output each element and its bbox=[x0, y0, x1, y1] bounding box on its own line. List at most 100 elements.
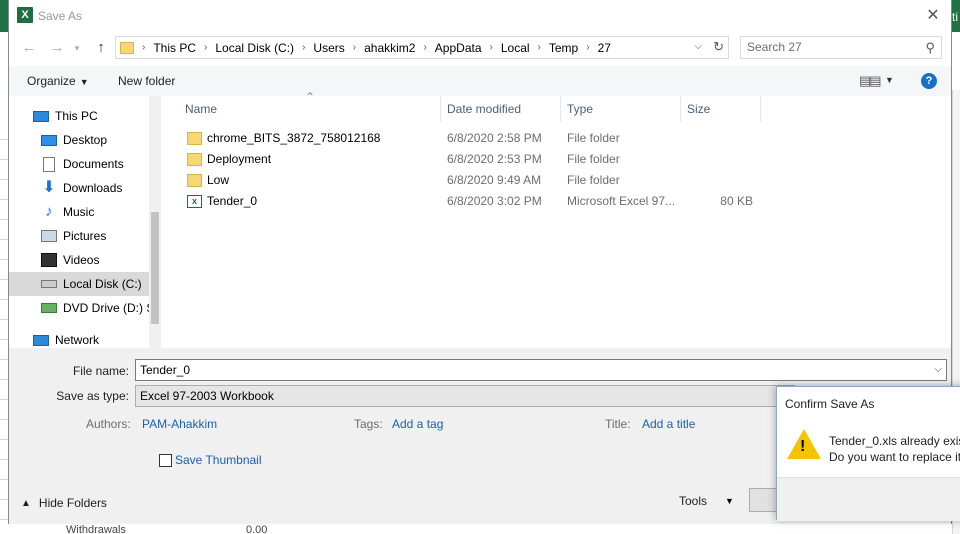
file-row[interactable]: x Tender_0 6/8/2020 3:02 PM Microsoft Ex… bbox=[179, 191, 779, 212]
address-dropdown-icon[interactable]: ⌵ bbox=[694, 41, 702, 52]
excel-cell: 0.00 bbox=[246, 524, 268, 534]
nav-item-this-pc[interactable]: This PC bbox=[9, 104, 149, 128]
chevron-right-icon: › bbox=[352, 42, 357, 53]
folder-icon bbox=[187, 132, 202, 145]
search-placeholder: Search 27 bbox=[747, 40, 802, 54]
file-row[interactable]: chrome_BITS_3872_758012168 6/8/2020 2:58… bbox=[179, 128, 779, 149]
forward-arrow-icon[interactable]: → bbox=[47, 38, 67, 58]
nav-item-documents[interactable]: Documents bbox=[9, 152, 149, 176]
file-size: 80 KB bbox=[720, 194, 753, 208]
nav-item-dvd-drive[interactable]: DVD Drive (D:) SS bbox=[9, 296, 161, 320]
file-type: File folder bbox=[567, 152, 620, 166]
tags-label: Tags: bbox=[354, 417, 383, 431]
column-header-size[interactable]: Size bbox=[681, 96, 761, 122]
file-date: 6/8/2020 2:58 PM bbox=[447, 131, 542, 145]
sort-ascending-icon: ⌃ bbox=[305, 90, 316, 104]
file-name-value: Tender_0 bbox=[140, 363, 191, 377]
breadcrumb-users[interactable]: Users bbox=[313, 41, 344, 55]
chevron-right-icon: › bbox=[423, 42, 427, 53]
file-name-field[interactable]: Tender_0 ⌵ bbox=[135, 359, 947, 381]
caret-down-icon[interactable]: ▼ bbox=[725, 496, 734, 506]
new-folder-button[interactable]: New folder bbox=[118, 74, 175, 88]
chevron-right-icon: › bbox=[586, 42, 590, 53]
warning-mark: ! bbox=[800, 438, 806, 455]
address-bar[interactable]: › This PC › Local Disk (C:) › Users › ah… bbox=[115, 36, 729, 59]
pictures-icon bbox=[41, 230, 57, 242]
file-date: 6/8/2020 9:49 AM bbox=[447, 173, 542, 187]
refresh-icon[interactable]: ↻ bbox=[713, 39, 724, 55]
save-thumbnail-label[interactable]: Save Thumbnail bbox=[175, 453, 262, 467]
breadcrumb-appdata[interactable]: AppData bbox=[435, 41, 482, 55]
nav-item-label: Videos bbox=[63, 253, 100, 267]
confirm-title: Confirm Save As bbox=[785, 397, 875, 411]
breadcrumb-local-disk[interactable]: Local Disk (C:) bbox=[215, 41, 294, 55]
dvd-icon bbox=[41, 303, 57, 313]
nav-scrollbar-thumb[interactable] bbox=[151, 212, 159, 324]
confirm-message-line: Do you want to replace it bbox=[829, 450, 960, 464]
confirm-save-as-dialog: Confirm Save As ! Tender_0.xls already e… bbox=[776, 386, 960, 521]
nav-item-label: Network bbox=[55, 333, 100, 347]
chevron-right-icon: › bbox=[489, 42, 493, 53]
chevron-right-icon: › bbox=[204, 42, 208, 53]
title-label: Title: bbox=[605, 417, 631, 431]
file-name-label: File name: bbox=[72, 364, 129, 378]
nav-item-videos[interactable]: Videos bbox=[9, 248, 149, 272]
music-icon: ♪ bbox=[45, 203, 53, 220]
back-arrow-icon[interactable]: ← bbox=[19, 38, 39, 58]
breadcrumb-27[interactable]: 27 bbox=[598, 41, 611, 55]
caret-down-icon[interactable]: ▼ bbox=[885, 75, 894, 85]
breadcrumb-temp[interactable]: Temp bbox=[549, 41, 578, 55]
help-icon[interactable]: ? bbox=[921, 73, 937, 89]
column-header-type[interactable]: Type bbox=[561, 96, 681, 122]
folder-icon bbox=[187, 153, 202, 166]
hide-folders-button[interactable]: ▲ Hide Folders bbox=[21, 496, 107, 510]
nav-item-label: This PC bbox=[55, 109, 98, 123]
nav-item-music[interactable]: ♪ Music bbox=[9, 200, 149, 224]
nav-item-local-disk[interactable]: Local Disk (C:) bbox=[9, 272, 149, 296]
chevron-right-icon: › bbox=[537, 42, 541, 53]
tags-input[interactable]: Add a tag bbox=[392, 417, 443, 431]
file-type: File folder bbox=[567, 131, 620, 145]
tools-button[interactable]: Tools bbox=[679, 494, 707, 508]
nav-item-label: Local Disk (C:) bbox=[63, 277, 142, 291]
up-arrow-icon[interactable]: ↑ bbox=[91, 38, 111, 58]
nav-item-desktop[interactable]: Desktop bbox=[9, 128, 149, 152]
chevron-right-icon: › bbox=[142, 42, 146, 53]
close-icon[interactable]: ✕ bbox=[921, 4, 945, 28]
hide-folders-label: Hide Folders bbox=[38, 496, 107, 510]
file-row[interactable]: Deployment 6/8/2020 2:53 PM File folder bbox=[179, 149, 779, 170]
file-name: Tender_0 bbox=[207, 194, 258, 208]
downloads-icon: ⬇ bbox=[42, 179, 56, 196]
title-bar: X Save As ✕ bbox=[9, 0, 951, 32]
title-input[interactable]: Add a title bbox=[642, 417, 695, 431]
chevron-down-icon[interactable]: ⌵ bbox=[934, 360, 942, 380]
save-type-value: Excel 97-2003 Workbook bbox=[140, 389, 274, 403]
save-thumbnail-checkbox[interactable] bbox=[159, 454, 172, 467]
authors-label: Authors: bbox=[86, 417, 131, 431]
excel-cell: Withdrawals bbox=[66, 524, 126, 534]
file-type: File folder bbox=[567, 173, 620, 187]
view-options-icon[interactable]: ▤▤ bbox=[859, 73, 882, 89]
recent-chevron-icon[interactable]: ▾ bbox=[67, 38, 87, 58]
breadcrumb-user[interactable]: ahakkim2 bbox=[364, 41, 415, 55]
file-name: Low bbox=[207, 173, 230, 187]
save-type-select[interactable]: Excel 97-2003 Workbook bbox=[135, 385, 795, 407]
column-header-date[interactable]: Date modified bbox=[441, 96, 561, 122]
nav-item-downloads[interactable]: ⬇ Downloads bbox=[9, 176, 149, 200]
breadcrumb-local[interactable]: Local bbox=[501, 41, 530, 55]
authors-value[interactable]: PAM-Ahakkim bbox=[142, 417, 217, 431]
nav-item-label: Music bbox=[63, 205, 95, 219]
file-row[interactable]: Low 6/8/2020 9:49 AM File folder bbox=[179, 170, 779, 191]
file-date: 6/8/2020 3:02 PM bbox=[447, 194, 542, 208]
confirm-message-line: Tender_0.xls already exist bbox=[829, 434, 960, 448]
caret-down-icon: ▼ bbox=[79, 77, 89, 87]
nav-item-label: Documents bbox=[63, 157, 124, 171]
excel-ribbon-text: ti bbox=[952, 10, 958, 24]
file-date: 6/8/2020 2:53 PM bbox=[447, 152, 542, 166]
breadcrumb-this-pc[interactable]: This PC bbox=[153, 41, 196, 55]
organize-button[interactable]: Organize ▼ bbox=[27, 74, 89, 88]
nav-item-network[interactable]: Network bbox=[9, 328, 149, 348]
search-input[interactable]: Search 27 ⚲ bbox=[740, 36, 942, 59]
nav-item-pictures[interactable]: Pictures bbox=[9, 224, 149, 248]
caret-up-icon: ▲ bbox=[21, 497, 31, 509]
